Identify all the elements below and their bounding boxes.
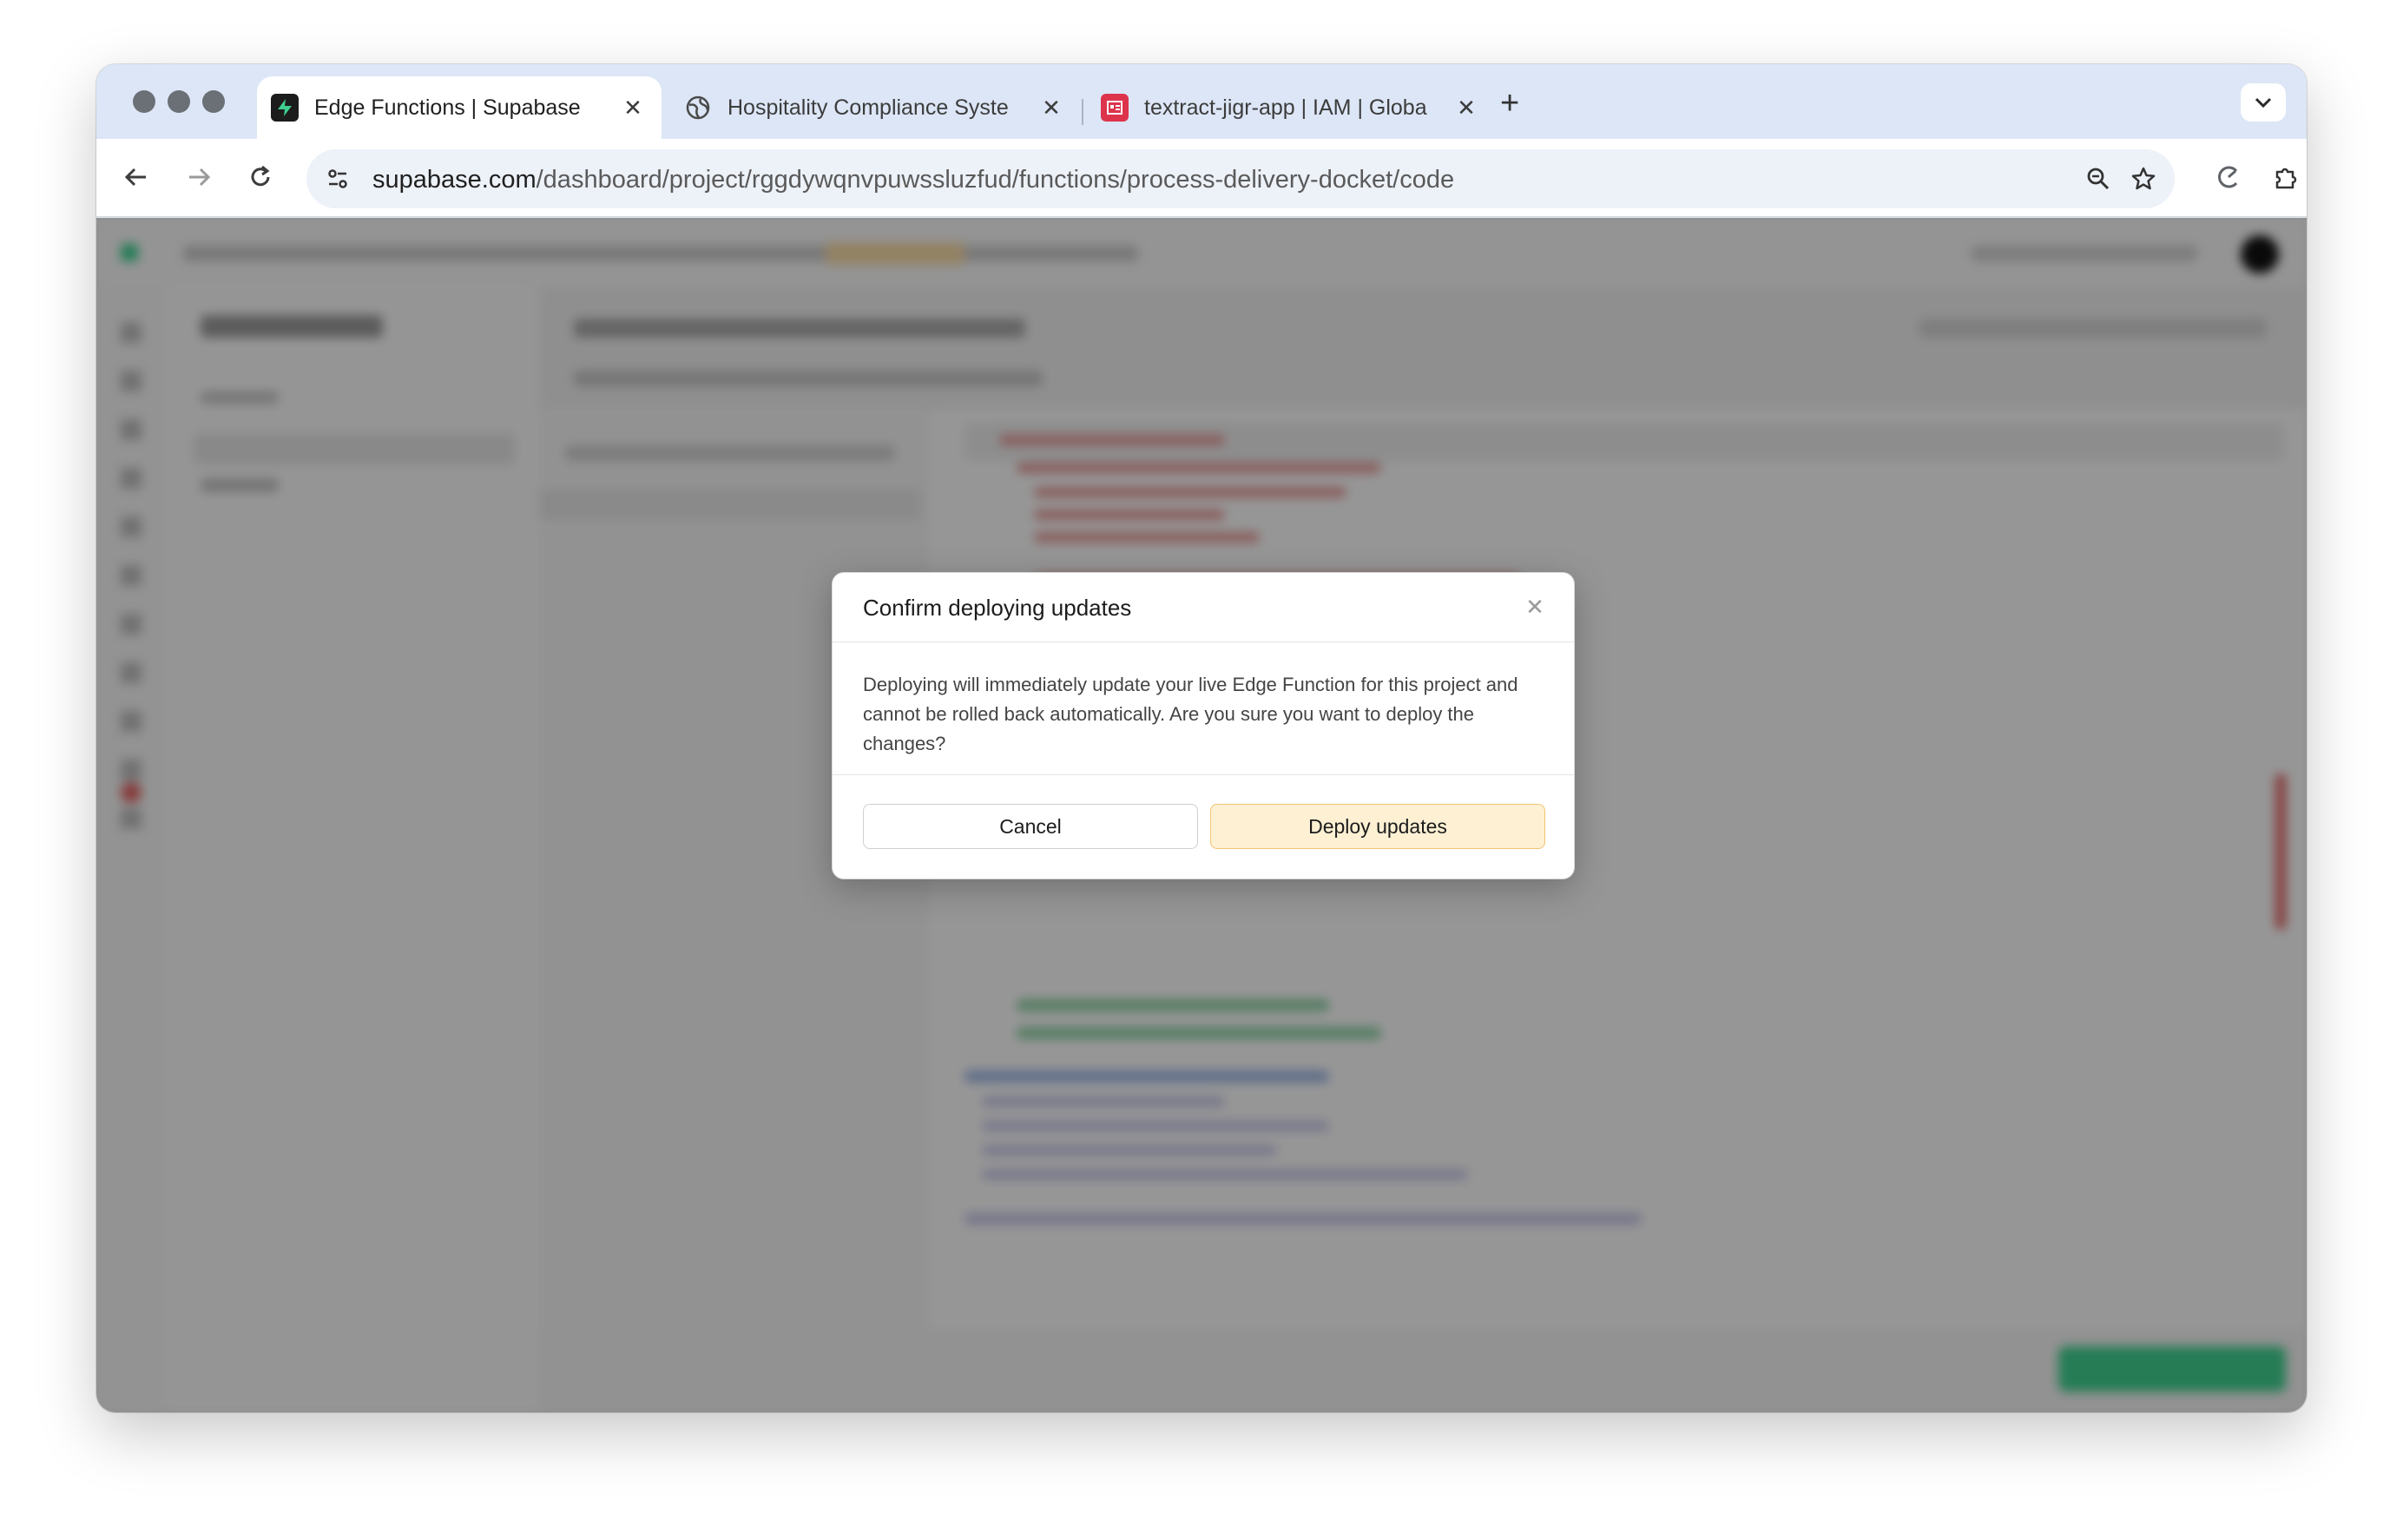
extension-c-icon	[2218, 166, 2238, 188]
url-text[interactable]: supabase.com/dashboard/project/rggdywqnv…	[372, 166, 1454, 194]
aws-iam-icon	[1101, 94, 1129, 122]
globe-icon	[684, 94, 712, 122]
bookmark-star-icon[interactable]	[2124, 160, 2163, 198]
dialog-message: Deploying will immediately update your l…	[863, 674, 1518, 754]
close-tab-icon[interactable]: ✕	[620, 95, 646, 122]
tab-divider	[1082, 99, 1083, 125]
dialog-title: Confirm deploying updates	[863, 595, 1132, 621]
close-tab-icon[interactable]: ✕	[1038, 95, 1064, 122]
confirm-deploy-dialog: Confirm deploying updates ✕ Deploying wi…	[832, 572, 1575, 879]
tab-search-button[interactable]	[2241, 83, 2286, 122]
extension-button[interactable]	[2209, 158, 2248, 196]
chevron-down-icon	[2255, 97, 2272, 109]
zoom-icon[interactable]	[2079, 160, 2117, 198]
reload-button[interactable]	[241, 158, 280, 196]
extensions-menu-button[interactable]	[2267, 158, 2305, 196]
deploy-updates-button[interactable]: Deploy updates	[1210, 804, 1545, 849]
arrow-left-icon	[124, 168, 146, 187]
dialog-header: Confirm deploying updates ✕	[833, 573, 1574, 642]
url-host: supabase.com	[372, 166, 537, 194]
close-icon[interactable]: ✕	[1522, 594, 1548, 620]
forward-button[interactable]	[180, 158, 218, 196]
tab-title: Hospitality Compliance Syste	[727, 95, 1009, 120]
reload-icon	[251, 165, 270, 187]
browser-toolbar: supabase.com/dashboard/project/rggdywqnv…	[96, 139, 2307, 217]
tab-edge-functions[interactable]: Edge Functions | Supabase ✕	[257, 76, 662, 139]
minimize-window-control[interactable]	[168, 90, 190, 113]
tab-title: textract-jigr-app | IAM | Globa	[1144, 95, 1427, 120]
puzzle-piece-icon	[2275, 168, 2297, 189]
close-tab-icon[interactable]: ✕	[1453, 95, 1479, 122]
address-bar[interactable]: supabase.com/dashboard/project/rggdywqnv…	[306, 149, 2175, 208]
supabase-logo-icon	[271, 94, 299, 122]
new-tab-button[interactable]: +	[1500, 87, 1519, 120]
dialog-footer: Cancel Deploy updates	[833, 774, 1574, 879]
cancel-button[interactable]: Cancel	[863, 804, 1198, 849]
site-settings-icon[interactable]	[319, 160, 357, 198]
url-path: /dashboard/project/rggdywqnvpuwssluzfud/…	[536, 166, 1455, 194]
tab-hospitality-compliance[interactable]: Hospitality Compliance Syste ✕	[670, 76, 1080, 139]
tab-textract-iam[interactable]: textract-jigr-app | IAM | Globa ✕	[1087, 76, 1495, 139]
tab-strip: Edge Functions | Supabase ✕ Hospitality …	[96, 64, 2307, 139]
arrow-right-icon	[189, 168, 211, 187]
browser-window: Edge Functions | Supabase ✕ Hospitality …	[96, 64, 2307, 1412]
zoom-window-control[interactable]	[202, 90, 225, 113]
close-window-control[interactable]	[133, 90, 155, 113]
back-button[interactable]	[117, 158, 155, 196]
tab-title: Edge Functions | Supabase	[314, 95, 581, 120]
